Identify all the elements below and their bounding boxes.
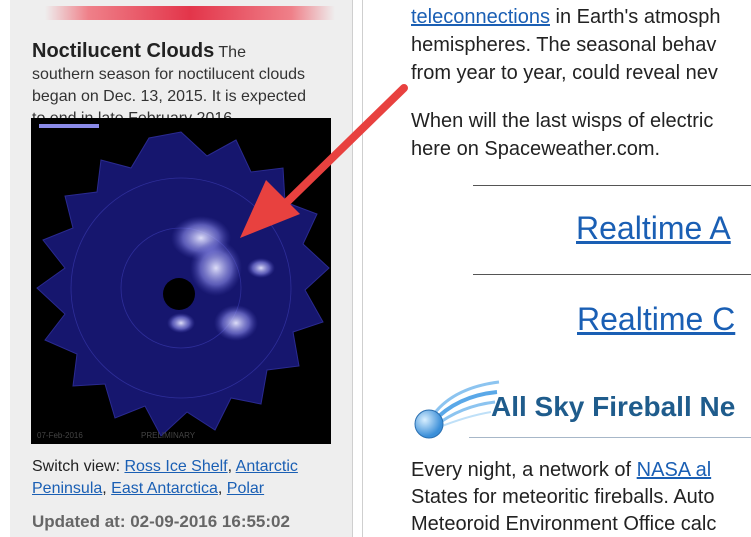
view-link-east-antarctica[interactable]: East Antarctica bbox=[111, 480, 218, 497]
switch-view-label: Switch view: bbox=[32, 458, 125, 475]
image-status-text: PRELIMINARY bbox=[141, 431, 196, 440]
paragraph-1-line-2: hemispheres. The seasonal behav bbox=[411, 34, 717, 56]
view-link-polar[interactable]: Polar bbox=[227, 480, 264, 497]
red-divider-bar bbox=[45, 6, 335, 20]
paragraph-1-text: in Earth's atmosph bbox=[549, 6, 721, 28]
fireball-title: All Sky Fireball Ne bbox=[491, 391, 736, 422]
view-link-antarctic[interactable]: Antarctic bbox=[236, 458, 298, 475]
paragraph-3-line-3: Meteoroid Environment Office calc bbox=[411, 513, 717, 535]
divider-1 bbox=[473, 185, 751, 186]
main-content: teleconnections in Earth's atmosph hemis… bbox=[362, 0, 751, 537]
paragraph-3-line-2: States for meteoritic fireballs. Auto bbox=[411, 486, 715, 508]
paragraph-3-line-1: Every night, a network of NASA al bbox=[411, 458, 711, 483]
paragraph-3-text: Every night, a network of bbox=[411, 459, 637, 481]
nlc-text-3: began on Dec. 13, 2015. It is expected bbox=[32, 88, 306, 105]
cloud-map-graphic: 07-Feb-2016 PRELIMINARY bbox=[31, 118, 331, 444]
paragraph-2-line-1: When will the last wisps of electric bbox=[411, 110, 714, 132]
paragraph-2-line-2: here on Spaceweather.com. bbox=[411, 138, 661, 160]
paragraph-1-line-3: from year to year, could reveal nev bbox=[411, 62, 718, 84]
nlc-text-2: southern season for noctilucent clouds bbox=[32, 66, 306, 83]
noctilucent-cloud-map-image[interactable]: 07-Feb-2016 PRELIMINARY bbox=[31, 118, 331, 444]
view-link-peninsula[interactable]: Peninsula bbox=[32, 480, 102, 497]
realtime-link-1[interactable]: Realtime A bbox=[576, 210, 731, 247]
divider-2 bbox=[473, 274, 751, 275]
teleconnections-link[interactable]: teleconnections bbox=[411, 6, 550, 28]
sidebar: Noctilucent Clouds The southern season f… bbox=[10, 0, 353, 537]
paragraph-1-line-1: teleconnections in Earth's atmosph bbox=[411, 5, 721, 30]
nlc-description: Noctilucent Clouds The southern season f… bbox=[32, 40, 344, 130]
nasa-link[interactable]: NASA al bbox=[637, 459, 711, 481]
view-link-ross-ice-shelf[interactable]: Ross Ice Shelf bbox=[124, 458, 227, 475]
fireball-icon bbox=[414, 380, 500, 439]
fireball-title-rule bbox=[469, 437, 751, 438]
switch-view: Switch view: Ross Ice Shelf, Antarctic P… bbox=[32, 458, 298, 497]
image-date-text: 07-Feb-2016 bbox=[37, 431, 83, 440]
updated-timestamp: Updated at: 02-09-2016 16:55:02 bbox=[32, 512, 290, 531]
realtime-link-2[interactable]: Realtime C bbox=[577, 301, 735, 338]
nlc-title: Noctilucent Clouds bbox=[32, 40, 215, 62]
fireball-section-header: All Sky Fireball Ne bbox=[411, 378, 751, 440]
nlc-text-1: The bbox=[214, 44, 246, 61]
